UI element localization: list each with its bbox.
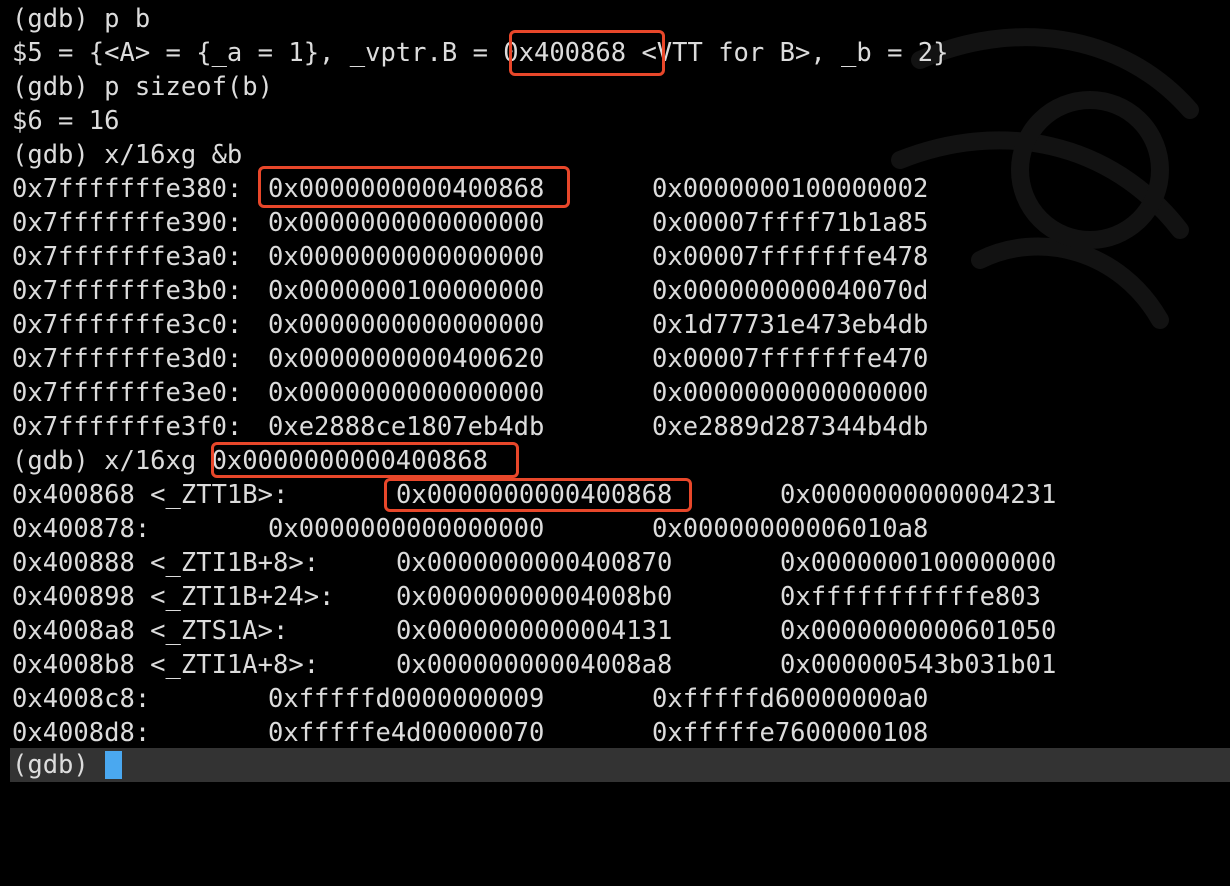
memory-row: 0x7fffffffe390: 0x0000000000000000 0x000… <box>12 206 928 240</box>
memory-value: 0x0000000000400868 <box>268 174 545 204</box>
memory-value: 0x00000000006010a8 <box>652 514 929 544</box>
memory-row: 0x7fffffffe380: 0x0000000000400868 0x000… <box>12 172 928 206</box>
gdb-command-line: (gdb) x/16xg 0x0000000000400868 <box>12 446 488 476</box>
memory-value: 0xfffffffffffe803 <box>780 582 1041 612</box>
memory-value: 0x0000000000000000 <box>268 208 545 238</box>
memory-row: 0x4008c8: 0xfffffd0000000009 0xfffffd600… <box>12 682 928 716</box>
memory-value: 0x0000000000400868 <box>396 480 673 510</box>
memory-address: 0x4008b8 <_ZTI1A+8>: <box>12 650 320 680</box>
gdb-command-line: (gdb) p sizeof(b) <box>12 72 273 102</box>
memory-value: 0xfffffe7600000108 <box>652 718 929 748</box>
memory-value: 0x000000000040070d <box>652 276 929 306</box>
memory-address: 0x7fffffffe3e0: <box>12 378 243 408</box>
memory-address: 0x400878: <box>12 514 151 544</box>
memory-value: 0xfffffd0000000009 <box>268 684 545 714</box>
memory-value: 0x00000000004008a8 <box>396 650 673 680</box>
gdb-command-line: (gdb) x/16xg &b <box>12 140 243 170</box>
memory-row: 0x7fffffffe3c0: 0x0000000000000000 0x1d7… <box>12 308 928 342</box>
memory-value: 0xfffffd60000000a0 <box>652 684 929 714</box>
memory-row: 0x400888 <_ZTI1B+8>: 0x0000000000400870 … <box>12 546 1056 580</box>
memory-value: 0x0000000000004131 <box>396 616 673 646</box>
memory-address: 0x4008d8: <box>12 718 151 748</box>
memory-address: 0x400898 <_ZTI1B+24>: <box>12 582 335 612</box>
memory-address: 0x400888 <_ZTI1B+8>: <box>12 548 320 578</box>
memory-row: 0x400878: 0x0000000000000000 0x000000000… <box>12 512 928 546</box>
memory-row: 0x7fffffffe3d0: 0x0000000000400620 0x000… <box>12 342 928 376</box>
memory-value: 0x00000000004008b0 <box>396 582 673 612</box>
memory-address: 0x7fffffffe3d0: <box>12 344 243 374</box>
prompt-bar[interactable]: (gdb) <box>10 748 1230 782</box>
memory-address: 0x7fffffffe3c0: <box>12 310 243 340</box>
memory-value: 0x0000000000000000 <box>268 242 545 272</box>
memory-row: 0x4008a8 <_ZTS1A>: 0x0000000000004131 0x… <box>12 614 1056 648</box>
memory-address: 0x7fffffffe390: <box>12 208 243 238</box>
memory-row: 0x400868 <_ZTT1B>: 0x0000000000400868 0x… <box>12 478 1056 512</box>
memory-value: 0x0000000000400870 <box>396 548 673 578</box>
memory-address: 0x400868 <_ZTT1B>: <box>12 480 289 510</box>
memory-value: 0x00007fffffffe478 <box>652 242 929 272</box>
memory-row: 0x4008d8: 0xfffffe4d00000070 0xfffffe760… <box>12 716 928 750</box>
memory-address: 0x4008a8 <_ZTS1A>: <box>12 616 289 646</box>
memory-value: 0xe2888ce1807eb4db <box>268 412 545 442</box>
memory-row: 0x7fffffffe3f0: 0xe2888ce1807eb4db 0xe28… <box>12 410 928 444</box>
memory-value: 0x0000000000000000 <box>268 514 545 544</box>
memory-value: 0x1d77731e473eb4db <box>652 310 929 340</box>
memory-row: 0x400898 <_ZTI1B+24>: 0x00000000004008b0… <box>12 580 1041 614</box>
memory-value: 0x0000000000000000 <box>268 378 545 408</box>
memory-value: 0x00007ffff71b1a85 <box>652 208 929 238</box>
text-cursor <box>105 751 122 779</box>
memory-value: 0x0000000000004231 <box>780 480 1057 510</box>
gdb-output-line: $6 = 16 <box>12 106 120 136</box>
memory-address: 0x7fffffffe380: <box>12 174 243 204</box>
gdb-command-line: (gdb) p b <box>12 4 151 34</box>
memory-address: 0x7fffffffe3b0: <box>12 276 243 306</box>
gdb-output-line: $5 = {<A> = {_a = 1}, _vptr.B = 0x400868… <box>12 38 949 68</box>
gdb-terminal[interactable]: (gdb) p b $5 = {<A> = {_a = 1}, _vptr.B … <box>0 0 1230 798</box>
memory-address: 0x7fffffffe3f0: <box>12 412 243 442</box>
memory-value: 0x0000000000000000 <box>652 378 929 408</box>
memory-row: 0x7fffffffe3b0: 0x0000000100000000 0x000… <box>12 274 928 308</box>
memory-value: 0x0000000000601050 <box>780 616 1057 646</box>
memory-value: 0x0000000100000000 <box>268 276 545 306</box>
memory-address: 0x4008c8: <box>12 684 151 714</box>
memory-value: 0x000000543b031b01 <box>780 650 1057 680</box>
memory-value: 0x0000000100000000 <box>780 548 1057 578</box>
memory-value: 0x0000000000400620 <box>268 344 545 374</box>
memory-address: 0x7fffffffe3a0: <box>12 242 243 272</box>
memory-row: 0x7fffffffe3e0: 0x0000000000000000 0x000… <box>12 376 928 410</box>
memory-value: 0x0000000000000000 <box>268 310 545 340</box>
memory-row: 0x4008b8 <_ZTI1A+8>: 0x00000000004008a8 … <box>12 648 1056 682</box>
memory-value: 0xe2889d287344b4db <box>652 412 929 442</box>
memory-value: 0x00007fffffffe470 <box>652 344 929 374</box>
memory-row: 0x7fffffffe3a0: 0x0000000000000000 0x000… <box>12 240 928 274</box>
memory-value: 0xfffffe4d00000070 <box>268 718 545 748</box>
gdb-prompt: (gdb) <box>12 750 105 780</box>
memory-value: 0x0000000100000002 <box>652 174 929 204</box>
